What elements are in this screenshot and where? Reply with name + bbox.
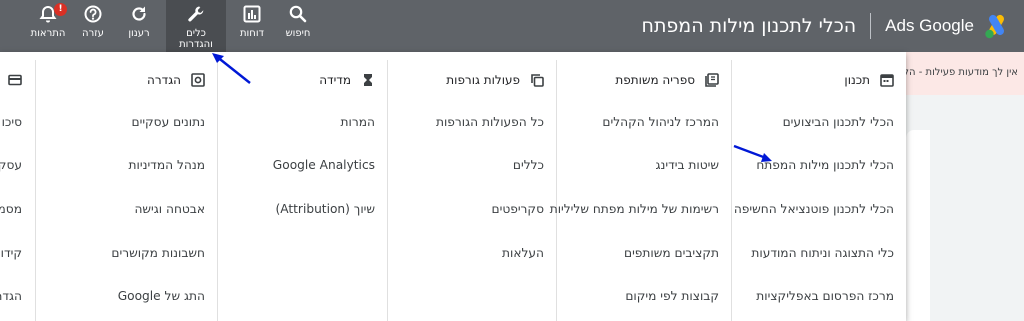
- column-title-shared-library: ספריה משותפת: [615, 73, 695, 87]
- menu-item-bid-strategies[interactable]: שיטות בידינג: [557, 144, 732, 188]
- menu-item-access-and-security[interactable]: אבטחה וגישה: [36, 187, 218, 231]
- hourglass-icon: [360, 72, 376, 88]
- menu-item-conversions[interactable]: המרות: [218, 100, 388, 144]
- tools-settings-menu: תכנון הכלי לתכנון הביצועים הכלי לתכנון מ…: [0, 52, 906, 321]
- menu-item-billing-settings[interactable]: הגדר: [0, 274, 35, 318]
- menu-item-promotions[interactable]: קידו: [0, 231, 35, 275]
- column-header-measurement: מדידה: [218, 60, 388, 100]
- notice-text: אין לך מודעות פעילות - הקמ: [895, 67, 1018, 78]
- settings-icon: [190, 72, 206, 88]
- card-icon: [7, 72, 23, 88]
- column-title-measurement: מדידה: [319, 73, 351, 87]
- menu-item-uploads[interactable]: העלאות: [388, 231, 557, 275]
- column-title-setup: הגדרה: [147, 73, 181, 87]
- menu-item-business-data[interactable]: נתונים עסקיים: [36, 100, 218, 144]
- google-ads-logo-icon[interactable]: [982, 11, 1012, 41]
- column-header-shared-library: ספריה משותפת: [557, 60, 732, 100]
- reports-button[interactable]: דוחות: [222, 4, 282, 39]
- wrench-icon: [186, 4, 206, 24]
- brand-name: Ads Google: [885, 16, 974, 35]
- menu-item-policy-manager[interactable]: מנהל המדיניות: [36, 144, 218, 188]
- menu-column-planning: תכנון הכלי לתכנון הביצועים הכלי לתכנון מ…: [731, 60, 906, 321]
- menu-item-google-tag[interactable]: התג של Google: [36, 274, 218, 318]
- notifications-button[interactable]: ! התראות: [18, 3, 78, 39]
- top-bar: Ads Google הכלי לתכנון מילות המפתח חיפוש…: [0, 0, 1024, 52]
- page-title: הכלי לתכנון מילות המפתח: [641, 15, 857, 37]
- library-icon: [704, 72, 720, 88]
- menu-column-bulk-actions: פעולות גורפות כל הפעולות הגורפות כללים ס…: [387, 60, 557, 321]
- copy-icon: [529, 72, 545, 88]
- refresh-icon: [129, 4, 149, 24]
- notifications-label: התראות: [30, 28, 66, 39]
- column-header-planning: תכנון: [732, 60, 906, 100]
- help-icon: [83, 4, 103, 24]
- calendar-icon: [879, 72, 895, 88]
- menu-item-location-groups[interactable]: קבוצות לפי מיקום: [557, 274, 732, 318]
- menu-item-rules[interactable]: כללים: [388, 144, 557, 188]
- menu-item-billing-summary[interactable]: סיכו: [0, 100, 35, 144]
- menu-item-attribution[interactable]: שיוך (Attribution): [218, 187, 388, 231]
- menu-item-billing-transactions[interactable]: מסמ: [0, 187, 35, 231]
- header-divider: [870, 13, 872, 39]
- reports-label: דוחות: [239, 28, 264, 39]
- search-label: חיפוש: [285, 28, 311, 39]
- column-header-setup: הגדרה: [36, 60, 218, 100]
- menu-item-negative-keyword-lists[interactable]: רשימות של מילות מפתח שליליות: [550, 187, 732, 231]
- search-icon: [288, 4, 308, 24]
- menu-item-reach-planner[interactable]: הכלי לתכנון פוטנציאל החשיפה: [732, 187, 906, 231]
- column-title-bulk-actions: פעולות גורפות: [446, 73, 520, 87]
- brand-area: Ads Google הכלי לתכנון מילות המפתח: [642, 0, 1024, 52]
- menu-item-app-advertising-hub[interactable]: מרכז הפרסום באפליקציות: [732, 274, 906, 318]
- menu-item-scripts[interactable]: סקריפטים: [388, 187, 557, 231]
- help-label: עזרה: [82, 28, 104, 39]
- menu-item-shared-budgets[interactable]: תקציבים משותפים: [557, 231, 732, 275]
- menu-item-all-bulk-actions[interactable]: כל הפעולות הגורפות: [388, 100, 557, 144]
- tools-label-line2: והגדרות: [179, 39, 213, 50]
- tools-settings-button[interactable]: כלים והגדרות: [166, 0, 226, 52]
- menu-item-performance-planner[interactable]: הכלי לתכנון הביצועים: [732, 100, 906, 144]
- notice-banner: אין לך מודעות פעילות - הקמ: [895, 52, 1024, 95]
- column-title-planning: תכנון: [844, 73, 870, 87]
- menu-column-setup: הגדרה נתונים עסקיים מנהל המדיניות אבטחה …: [35, 60, 218, 321]
- menu-column-shared-library: ספריה משותפת המרכז לניהול הקהלים שיטות ב…: [550, 60, 732, 321]
- bar-chart-icon: [242, 4, 262, 24]
- menu-item-audience-manager[interactable]: המרכז לניהול הקהלים: [557, 100, 732, 144]
- menu-item-google-analytics[interactable]: Google Analytics: [218, 144, 388, 188]
- menu-item-billing-documents[interactable]: עסקי: [0, 144, 35, 188]
- menu-column-measurement: מדידה המרות Google Analytics שיוך (Attri…: [217, 60, 388, 321]
- menu-column-billing: סיכו עסקי מסמ קידו הגדר: [0, 60, 35, 321]
- column-header-billing: [0, 60, 35, 100]
- menu-item-ad-preview[interactable]: כלי התצוגה וניתוח המודעות: [732, 231, 906, 275]
- refresh-label: רענון: [128, 28, 150, 39]
- menu-item-linked-accounts[interactable]: חשבונות מקושרים: [36, 231, 218, 275]
- tools-label-line1: כלים: [186, 28, 206, 39]
- notification-badge: !: [54, 3, 67, 16]
- menu-item-keyword-planner[interactable]: הכלי לתכנון מילות המפתח: [732, 144, 906, 188]
- column-header-bulk-actions: פעולות גורפות: [388, 60, 557, 100]
- background-card: [906, 130, 930, 321]
